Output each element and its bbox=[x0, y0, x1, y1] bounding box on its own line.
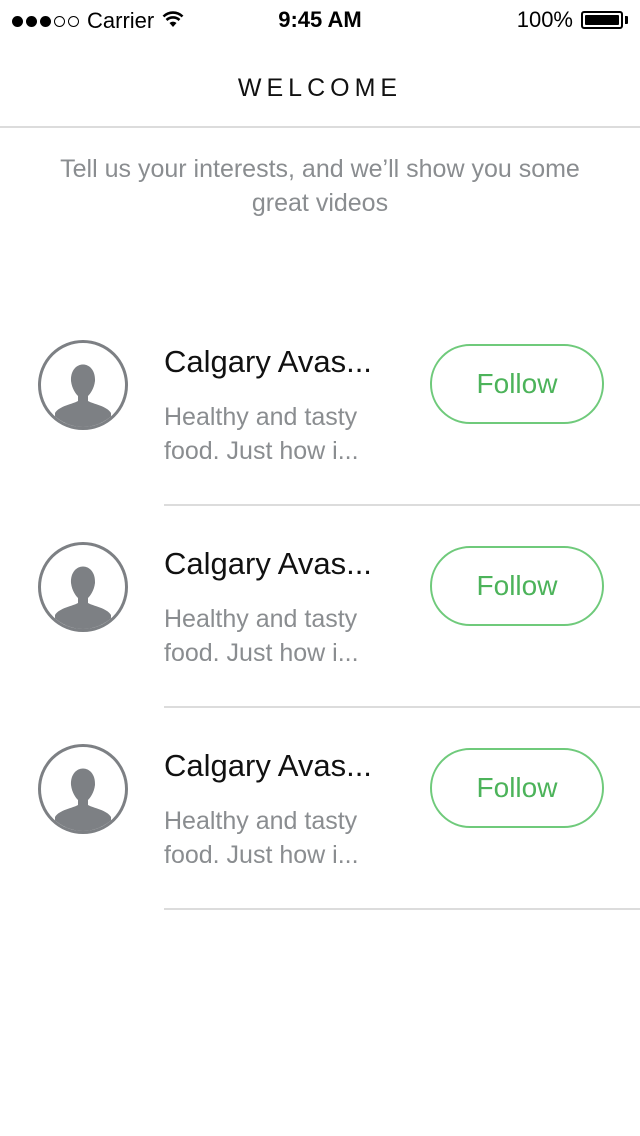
battery-icon bbox=[581, 11, 623, 29]
follow-button[interactable]: Follow bbox=[430, 748, 604, 828]
status-bar: Carrier 9:45 AM 100% bbox=[0, 0, 640, 40]
battery-percent: 100% bbox=[516, 7, 573, 32]
person-silhouette-icon bbox=[38, 744, 128, 834]
channel-name[interactable]: Calgary Avas... bbox=[164, 546, 402, 582]
channel-name[interactable]: Calgary Avas... bbox=[164, 748, 402, 784]
channel-list: Calgary Avas... Healthy and tasty food. … bbox=[0, 304, 640, 910]
follow-button[interactable]: Follow bbox=[430, 546, 604, 626]
list-item: Calgary Avas... Healthy and tasty food. … bbox=[0, 708, 640, 910]
channel-description: Healthy and tasty food. Just how i... bbox=[164, 605, 359, 667]
channel-description: Healthy and tasty food. Just how i... bbox=[164, 807, 359, 869]
navigation-bar: WELCOME bbox=[0, 40, 640, 128]
status-right: 100% bbox=[517, 7, 628, 33]
list-item: Calgary Avas... Healthy and tasty food. … bbox=[0, 304, 640, 506]
channel-name[interactable]: Calgary Avas... bbox=[164, 344, 402, 380]
person-silhouette-icon bbox=[38, 542, 128, 632]
row-divider bbox=[164, 908, 640, 910]
intro-subtitle: Tell us your interests, and we’ll show y… bbox=[60, 155, 580, 217]
channel-description: Healthy and tasty food. Just how i... bbox=[164, 403, 359, 465]
person-silhouette-icon bbox=[38, 340, 128, 430]
page-title: WELCOME bbox=[237, 74, 403, 102]
follow-button[interactable]: Follow bbox=[430, 344, 604, 424]
list-item: Calgary Avas... Healthy and tasty food. … bbox=[0, 506, 640, 708]
battery-cap bbox=[625, 16, 628, 24]
